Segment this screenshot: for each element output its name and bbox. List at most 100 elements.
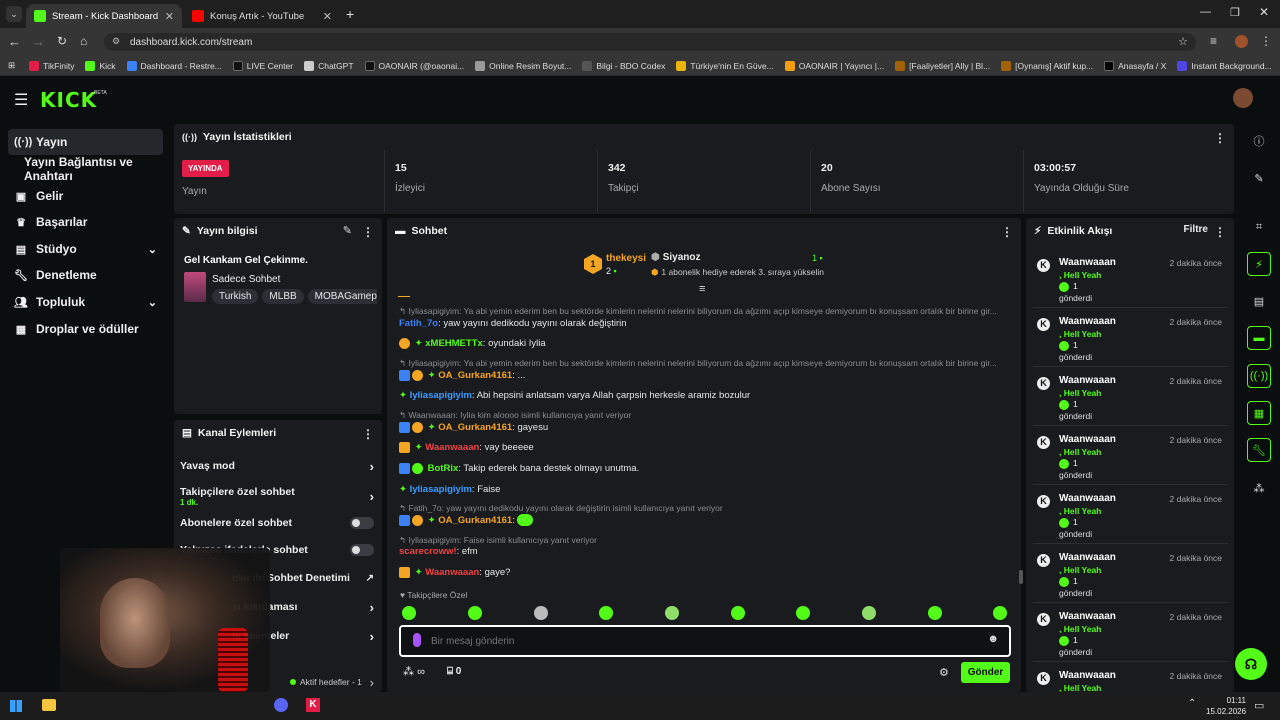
chat-message[interactable]: ✦ xMEHMETTx: oyundaki Iylia <box>399 337 1014 351</box>
kebab-menu-icon[interactable]: ⋮ <box>1214 225 1226 239</box>
wrench-tool-icon[interactable]: 🔧︎ <box>1247 438 1271 462</box>
expand-pinned-icon[interactable]: ≡ <box>699 283 705 295</box>
file-explorer-icon[interactable] <box>42 699 56 711</box>
sidebar-item-denetleme[interactable]: 🔧︎ Denetleme <box>8 262 163 288</box>
emote-button[interactable] <box>731 606 745 620</box>
discord-icon[interactable] <box>274 698 288 712</box>
channel-points[interactable]: ⁂ ∞ <box>403 665 425 678</box>
slow-mode-row[interactable]: Yavaş mod › <box>180 453 380 479</box>
tab-actions-icon[interactable]: ≡ <box>1210 34 1217 48</box>
sidebar-item-yayin[interactable]: ((·)) Yayın <box>8 129 163 155</box>
kick-logo[interactable]: KICK <box>40 88 97 112</box>
chat-tool-icon[interactable]: ▬ <box>1247 326 1271 350</box>
category-name[interactable]: Sadece Sohbet <box>212 274 280 285</box>
send-button[interactable]: Gönder <box>961 662 1010 683</box>
forward-icon[interactable]: → <box>32 34 45 49</box>
emote-button[interactable] <box>402 606 416 620</box>
reload-icon[interactable]: ↻ <box>57 34 67 48</box>
event-item[interactable]: K Waanwaaan 2 dakika önce, Hell Yeah 1 gönde… <box>1033 309 1228 367</box>
chat-message[interactable]: ✦ Iyliasapigiyim: Abi hepsini anlatsam v… <box>399 389 1014 403</box>
event-item[interactable]: K Waanwaaan 2 dakika önce, Hell Yeah 1 gönde… <box>1033 250 1228 308</box>
emote-button[interactable] <box>862 606 876 620</box>
emote-button[interactable] <box>468 606 482 620</box>
chevron-up-icon[interactable]: ⌃ <box>1188 698 1196 709</box>
lightning-tool-icon[interactable]: ⚡︎ <box>1247 252 1271 276</box>
bookmark-item[interactable]: [Oynanış] Aktif kup... <box>1001 60 1093 71</box>
bookmark-item[interactable]: Bilgi - BDO Codex <box>582 60 665 71</box>
address-bar[interactable]: ⚙ dashboard.kick.com/stream ☆ <box>104 33 1196 51</box>
kebab-menu-icon[interactable]: ⋮ <box>1001 225 1013 239</box>
notes-icon[interactable]: ▤ <box>1247 289 1271 313</box>
filter-button[interactable]: Filtre <box>1184 224 1208 235</box>
apps-icon[interactable]: ⊞ <box>8 60 15 71</box>
subscribers-only-toggle[interactable] <box>350 517 374 529</box>
kebab-menu-icon[interactable]: ⋮ <box>362 225 374 239</box>
chat-message-input[interactable] <box>431 633 971 649</box>
emoji-picker-icon[interactable]: ☻ <box>987 633 999 645</box>
chat-message[interactable]: ✦ OA_Gurkan4161: gayesu <box>399 421 1014 435</box>
bookmark-item[interactable]: Türkiye'nin En Güve... <box>676 60 774 71</box>
profile-avatar-icon[interactable] <box>1235 35 1248 48</box>
followers-only-row[interactable]: Takipçilere özel sohbet 1 dk. › <box>180 483 380 509</box>
gifter-name[interactable]: ⬢ Siyanoz <box>651 252 701 263</box>
bookmark-item[interactable]: Anasayfa / X <box>1104 60 1166 71</box>
top-gifter-name[interactable]: thekeysi <box>606 253 646 264</box>
event-item[interactable]: K Waanwaaan 2 dakika önce, Hell Yeah 1 gönde… <box>1033 368 1228 426</box>
tab-kick-dashboard[interactable]: Stream - Kick Dashboard ✕ <box>26 4 182 28</box>
tag[interactable]: MOBAGamepla <box>307 289 377 304</box>
maximize-window-button[interactable]: ❐ <box>1230 6 1240 19</box>
close-tab-icon[interactable]: ✕ <box>323 10 332 23</box>
hamburger-menu-icon[interactable]: ☰ <box>14 90 28 110</box>
event-item[interactable]: K Waanwaaan 2 dakika önce, Hell Yeah 1 gönde… <box>1033 486 1228 544</box>
taskbar-clock[interactable]: 01:11 15.02.2026 <box>1206 695 1246 717</box>
bookmark-item[interactable]: LIVE Center <box>232 60 293 71</box>
back-icon[interactable]: ← <box>8 34 21 49</box>
user-avatar[interactable] <box>1233 88 1253 108</box>
broadcast-tool-icon[interactable]: ((·)) <box>1247 364 1271 388</box>
tag[interactable]: MLBB <box>262 289 304 304</box>
screenshot-icon[interactable]: ⌗ <box>1247 215 1271 239</box>
home-icon[interactable]: ⌂ <box>80 34 87 48</box>
emote-button[interactable] <box>665 606 679 620</box>
sidebar-item-topluluk[interactable]: 👥︎ Topluluk ⌄ <box>8 289 163 315</box>
browser-menu-icon[interactable]: ⋮ <box>1260 34 1272 48</box>
chat-message[interactable]: ✦ OA_Gurkan4161: ... <box>399 369 1014 383</box>
sidebar-item-studyo[interactable]: ▤ Stüdyo ⌄ <box>8 236 163 262</box>
event-item[interactable]: K Waanwaaan 2 dakika önce, Hell Yeah <box>1033 663 1228 692</box>
event-item[interactable]: K Waanwaaan 2 dakika önce, Hell Yeah 1 gönde… <box>1033 545 1228 603</box>
emote-button[interactable] <box>534 606 548 620</box>
bookmark-item[interactable]: ChatGPT <box>304 60 354 71</box>
kebab-menu-icon[interactable]: ⋮ <box>1214 131 1226 145</box>
event-item[interactable]: K Waanwaaan 2 dakika önce, Hell Yeah 1 gönde… <box>1033 427 1228 485</box>
chat-message[interactable]: scarecroww!: efm <box>399 545 1014 559</box>
emote-button[interactable] <box>993 606 1007 620</box>
sidebar-item-droplar[interactable]: ▦ Droplar ve ödüller <box>8 316 163 342</box>
bookmark-item[interactable]: Online Resim Boyut... <box>475 60 571 71</box>
minimize-window-button[interactable]: — <box>1200 6 1211 18</box>
chat-message[interactable]: Fatih_7o: yaw yayını dedikodu yayını ola… <box>399 317 1014 331</box>
emote-button[interactable] <box>599 606 613 620</box>
microphone-icon[interactable] <box>413 633 421 647</box>
tab-youtube[interactable]: Konuş Artık - YouTube ✕ <box>184 4 340 28</box>
tag[interactable]: Turkish <box>212 289 259 304</box>
notification-icon[interactable]: ▭ <box>1254 699 1264 712</box>
sidebar-item-stream-key[interactable]: Yayın Bağlantısı ve Anahtarı <box>8 155 172 183</box>
app-icon[interactable]: K <box>306 698 320 712</box>
close-tab-icon[interactable]: ✕ <box>165 10 174 23</box>
edit-icon[interactable]: ✎ <box>343 224 352 237</box>
bookmark-item[interactable]: OAONAIR (@oaonai... <box>364 60 464 71</box>
chat-message[interactable]: ✦ Waanwaaan: gaye? <box>399 566 1014 580</box>
support-button[interactable]: ☊ <box>1235 648 1267 680</box>
chat-message[interactable]: ✦ OA_Gurkan4161: <box>399 514 1014 530</box>
chat-settings-icon[interactable]: ⚙ <box>939 666 949 679</box>
sidebar-item-gelir[interactable]: ▣ Gelir <box>8 183 163 209</box>
site-info-icon[interactable]: ⚙ <box>112 36 120 47</box>
edit-layout-icon[interactable]: ✎ <box>1247 166 1271 190</box>
bookmark-item[interactable]: TikFinity <box>29 60 74 71</box>
kebab-menu-icon[interactable]: ⋮ <box>362 427 374 441</box>
event-item[interactable]: K Waanwaaan 2 dakika önce, Hell Yeah 1 gönde… <box>1033 604 1228 662</box>
emote-button[interactable] <box>796 606 810 620</box>
chat-scrollbar[interactable] <box>1019 570 1023 584</box>
bookmark-item[interactable]: [Faaliyetler] Ally | Bl... <box>895 60 990 71</box>
tab-search-icon[interactable]: ⌄ <box>6 6 22 22</box>
